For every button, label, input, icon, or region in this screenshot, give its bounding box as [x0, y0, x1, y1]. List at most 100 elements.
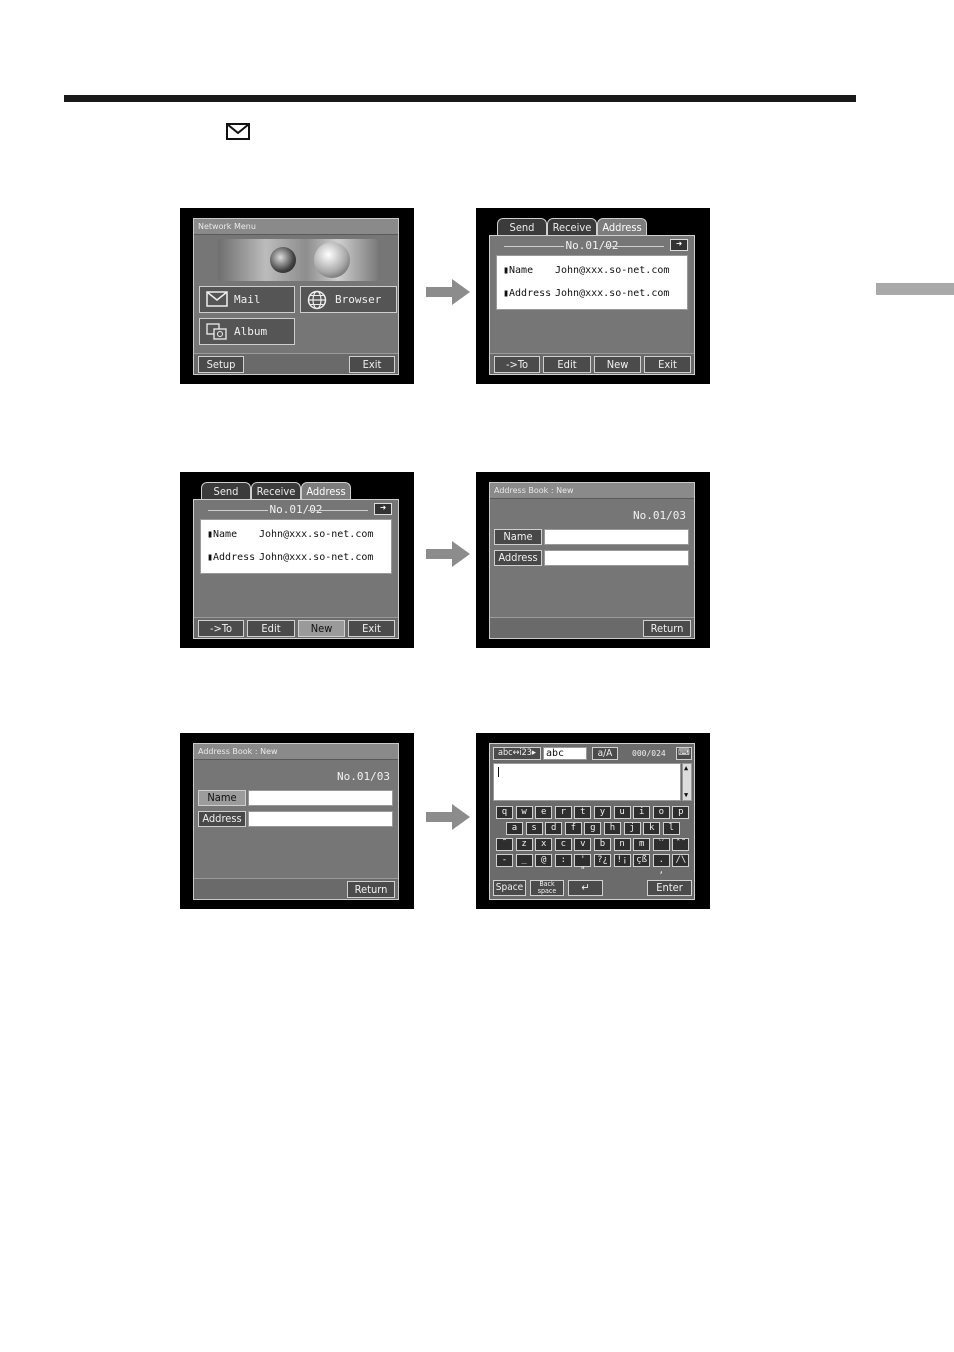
key[interactable]: b: [594, 838, 611, 851]
name-input[interactable]: [248, 790, 393, 806]
key[interactable]: ˋˊ: [652, 838, 670, 851]
setup-button[interactable]: Setup: [198, 356, 244, 373]
key[interactable]: /\: [672, 854, 690, 867]
key[interactable]: r: [554, 806, 572, 819]
new-button[interactable]: New: [594, 356, 641, 373]
key[interactable]: c: [554, 838, 572, 851]
to-button[interactable]: ->To: [198, 620, 244, 637]
address-screen: Send Receive Address No.01/02 ➜ ▮Name Jo…: [476, 208, 710, 384]
tab-address[interactable]: Address: [597, 218, 647, 235]
key[interactable]: d: [545, 822, 563, 835]
exit-button[interactable]: Exit: [644, 356, 691, 373]
key[interactable]: w: [515, 806, 533, 819]
name-field-label[interactable]: Name: [198, 790, 246, 806]
key[interactable]: a: [506, 822, 523, 835]
right-arrow-icon: [426, 279, 470, 305]
key[interactable]: !¡: [613, 854, 631, 867]
case-toggle-button[interactable]: a/A: [592, 747, 618, 760]
mode-toggle-button[interactable]: abc↔i23▸: [493, 747, 541, 760]
name-field-label: Name: [494, 529, 542, 545]
next-record-button[interactable]: ➜: [374, 503, 392, 515]
key[interactable]: g: [584, 822, 602, 835]
address-book-new-panel: Address Book : New No.01/03 Name Address…: [193, 743, 399, 900]
network-menu-panel: Network Menu Mail Browser Album Setup Ex…: [193, 218, 399, 375]
keyboard-icon[interactable]: ⌨: [676, 747, 692, 760]
key[interactable]: ?¿: [594, 854, 611, 867]
address-field-label: ▮Address: [207, 552, 256, 563]
key[interactable]: :: [554, 854, 572, 867]
name-field-label: ▮Name: [207, 529, 238, 540]
address-panel: No.01/02 ➜ ▮Name John@xxx.so-net.com ▮Ad…: [193, 499, 399, 639]
to-button[interactable]: ->To: [494, 356, 540, 373]
text-scrollbar[interactable]: ▲ ▼: [682, 763, 692, 801]
edit-button[interactable]: Edit: [543, 356, 591, 373]
key[interactable]: h: [604, 822, 621, 835]
key[interactable]: s: [525, 822, 543, 835]
key[interactable]: _: [515, 854, 533, 867]
key[interactable]: z: [515, 838, 533, 851]
key[interactable]: j: [623, 822, 641, 835]
name-field-value: John@xxx.so-net.com: [259, 529, 374, 540]
key[interactable]: i: [633, 806, 651, 819]
key[interactable]: o: [652, 806, 670, 819]
key[interactable]: k: [643, 822, 661, 835]
address-field-label: Address: [494, 550, 542, 566]
tab-receive[interactable]: Receive: [251, 482, 301, 499]
backspace-key[interactable]: Back space: [530, 880, 564, 896]
key[interactable]: t: [574, 806, 592, 819]
bottom-bar: Setup Exit: [194, 353, 398, 374]
tab-send[interactable]: Send: [201, 482, 251, 499]
address-screen-new-selected: Send Receive Address No.01/02 ➜ ▮Name Jo…: [180, 472, 414, 648]
key[interactable]: çß: [633, 854, 651, 867]
key[interactable]: ˆ˜: [672, 838, 690, 851]
address-book-new-screen: Address Book : New No.01/03 Name Address…: [476, 472, 710, 648]
space-key[interactable]: Space: [493, 880, 526, 896]
section-tab-marker: [876, 283, 954, 295]
key[interactable]: e: [535, 806, 553, 819]
key[interactable]: l: [662, 822, 680, 835]
browser-button[interactable]: Browser: [300, 286, 397, 313]
enter-key[interactable]: Enter: [647, 880, 692, 896]
mail-icon: [226, 123, 250, 140]
key[interactable]: @: [535, 854, 553, 867]
key[interactable]: x: [535, 838, 553, 851]
key[interactable]: -: [496, 854, 513, 867]
tab-address[interactable]: Address: [301, 482, 351, 499]
key[interactable]: m: [633, 838, 651, 851]
tab-send[interactable]: Send: [497, 218, 547, 235]
new-button[interactable]: New: [298, 620, 345, 637]
mail-button[interactable]: Mail: [199, 286, 295, 313]
album-icon: [206, 323, 227, 340]
return-button[interactable]: Return: [643, 620, 691, 637]
key[interactable]: . ,: [652, 854, 670, 876]
text-entry-area[interactable]: [493, 763, 681, 801]
key[interactable]: v: [574, 838, 592, 851]
key[interactable]: f: [564, 822, 582, 835]
address-input[interactable]: [248, 811, 393, 827]
return-button[interactable]: Return: [347, 881, 395, 898]
address-input[interactable]: [544, 550, 689, 566]
key[interactable]: q: [496, 806, 513, 819]
bottom-bar: ->To Edit New Exit: [490, 353, 694, 374]
scroll-up-icon[interactable]: ▲: [684, 765, 688, 772]
window-title: Network Menu: [194, 219, 398, 235]
return-key-icon[interactable]: ↵: [568, 880, 603, 896]
tab-receive[interactable]: Receive: [547, 218, 597, 235]
key[interactable]: y: [594, 806, 611, 819]
key[interactable]: n: [613, 838, 631, 851]
next-record-button[interactable]: ➜: [670, 239, 688, 251]
bottom-bar: Return: [490, 617, 694, 638]
name-input[interactable]: [544, 529, 689, 545]
globe-icon: [307, 290, 327, 310]
key[interactable]: ' ": [574, 854, 592, 876]
album-button[interactable]: Album: [199, 318, 295, 345]
edit-button[interactable]: Edit: [247, 620, 295, 637]
key[interactable]: u: [613, 806, 631, 819]
exit-button[interactable]: Exit: [349, 356, 395, 373]
scroll-down-icon[interactable]: ▼: [684, 792, 688, 799]
right-arrow-icon: [426, 804, 470, 830]
exit-button[interactable]: Exit: [348, 620, 395, 637]
key[interactable]: p: [672, 806, 690, 819]
text-cursor: [498, 767, 499, 777]
key[interactable]: ˜: [496, 838, 513, 851]
